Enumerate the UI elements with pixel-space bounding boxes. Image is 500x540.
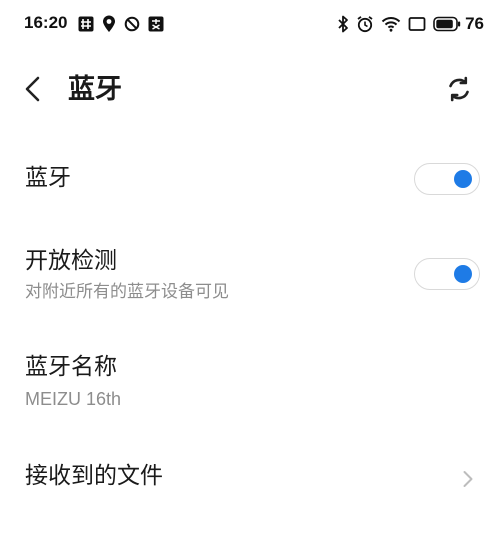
screen-icon: [408, 16, 426, 32]
received-files-label: 接收到的文件: [25, 463, 163, 489]
back-button[interactable]: [14, 72, 52, 110]
received-files-row[interactable]: 接收到的文件: [0, 448, 500, 510]
chevron-right-icon: [460, 468, 476, 490]
chevron-left-icon: [23, 75, 43, 107]
status-left-icons: [78, 14, 164, 34]
battery-level: 76: [465, 14, 484, 33]
page-title: 蓝牙: [68, 74, 122, 105]
battery-icon: [433, 16, 461, 32]
discoverable-row[interactable]: 开放检测 对附近所有的蓝牙设备可见: [0, 236, 500, 316]
du-location-icon: [102, 15, 116, 33]
bluetooth-row[interactable]: 蓝牙: [0, 150, 500, 210]
bluetooth-toggle-knob: [454, 170, 472, 188]
discoverable-label: 开放检测: [25, 248, 117, 274]
discoverable-toggle-knob: [454, 265, 472, 283]
alarm-icon: [356, 15, 374, 33]
discoverable-toggle[interactable]: [414, 258, 480, 290]
bluetooth-label: 蓝牙: [25, 165, 71, 191]
refresh-button[interactable]: [440, 72, 478, 110]
wifi-icon: [381, 16, 401, 32]
status-bar: 16:20 76: [0, 0, 500, 50]
header: 蓝牙: [0, 64, 500, 116]
bluetooth-icon: [337, 15, 349, 33]
status-time: 16:20: [24, 13, 68, 32]
status-right-icons: 76: [337, 13, 484, 35]
refresh-icon: [445, 75, 473, 107]
device-name-row[interactable]: 蓝牙名称 MEIZU 16th: [0, 342, 500, 422]
device-name-value: MEIZU 16th: [25, 389, 122, 409]
bluetooth-settings-screen: 16:20 76 蓝牙 蓝牙 开放检测 对附近所有的蓝牙设备可见 蓝牙名称 ME…: [0, 0, 500, 540]
discoverable-description: 对附近所有的蓝牙设备可见: [25, 282, 229, 302]
bluetooth-toggle[interactable]: [414, 163, 480, 195]
device-name-label: 蓝牙名称: [25, 354, 117, 380]
app-notification-icon: [148, 16, 164, 32]
grid-notification-icon: [78, 16, 94, 32]
do-not-disturb-icon: [124, 16, 140, 32]
